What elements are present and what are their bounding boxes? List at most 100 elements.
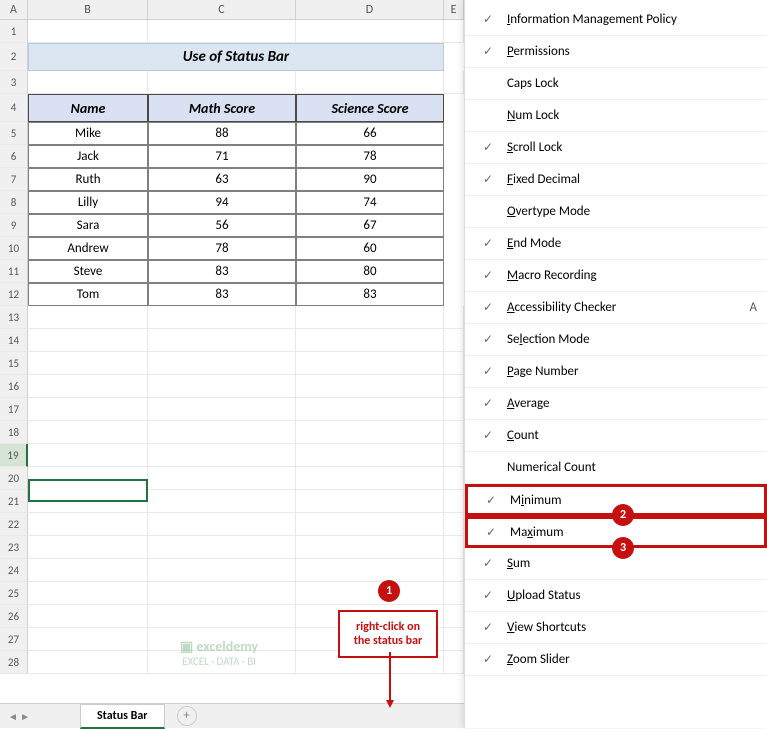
row-header[interactable]: 24 <box>0 559 28 582</box>
empty-cell[interactable] <box>28 628 148 651</box>
table-data-cell[interactable]: 83 <box>296 283 444 306</box>
empty-cell[interactable] <box>148 559 296 582</box>
table-data-cell[interactable]: 63 <box>148 168 296 191</box>
empty-cell[interactable] <box>296 71 444 94</box>
table-data-cell[interactable]: Steve <box>28 260 148 283</box>
col-header-b[interactable]: B <box>28 0 148 19</box>
row-header[interactable]: 18 <box>0 421 28 444</box>
empty-cell[interactable] <box>28 536 148 559</box>
table-data-cell[interactable]: Tom <box>28 283 148 306</box>
row-header[interactable]: 25 <box>0 582 28 605</box>
menu-item-zoom-slider[interactable]: ✓Zoom Slider <box>465 644 767 676</box>
empty-cell[interactable] <box>148 71 296 94</box>
empty-cell[interactable] <box>296 536 444 559</box>
row-header[interactable]: 23 <box>0 536 28 559</box>
empty-cell[interactable] <box>296 329 444 352</box>
empty-cell[interactable] <box>148 490 296 513</box>
row-header[interactable]: 19 <box>0 444 28 467</box>
menu-item-caps-lock[interactable]: Caps Lock <box>465 68 767 100</box>
empty-cell[interactable] <box>28 559 148 582</box>
row-header[interactable]: 3 <box>0 71 28 94</box>
row-header[interactable]: 9 <box>0 214 28 237</box>
table-data-cell[interactable]: 60 <box>296 237 444 260</box>
row-header[interactable]: 27 <box>0 628 28 651</box>
table-header-cell[interactable]: Math Score <box>148 94 296 122</box>
empty-cell[interactable] <box>28 444 148 467</box>
menu-item-permissions[interactable]: ✓Permissions <box>465 36 767 68</box>
row-header[interactable]: 2 <box>0 43 28 71</box>
empty-cell[interactable] <box>444 398 464 421</box>
empty-cell[interactable] <box>444 605 464 628</box>
empty-cell[interactable] <box>444 628 464 651</box>
empty-cell[interactable] <box>296 20 444 43</box>
empty-cell[interactable] <box>148 306 296 329</box>
empty-cell[interactable] <box>444 20 464 43</box>
table-data-cell[interactable]: 74 <box>296 191 444 214</box>
empty-cell[interactable] <box>148 421 296 444</box>
empty-cell[interactable] <box>296 467 444 490</box>
row-header[interactable]: 17 <box>0 398 28 421</box>
table-data-cell[interactable]: 83 <box>148 283 296 306</box>
empty-cell[interactable] <box>148 467 296 490</box>
empty-cell[interactable] <box>296 559 444 582</box>
menu-item-macro-recording[interactable]: ✓Macro Recording <box>465 260 767 292</box>
row-header[interactable]: 10 <box>0 237 28 260</box>
empty-cell[interactable] <box>148 513 296 536</box>
row-header[interactable]: 14 <box>0 329 28 352</box>
table-data-cell[interactable]: Andrew <box>28 237 148 260</box>
table-data-cell[interactable]: Lilly <box>28 191 148 214</box>
empty-cell[interactable] <box>296 398 444 421</box>
empty-cell[interactable] <box>28 20 148 43</box>
menu-item-page-number[interactable]: ✓Page Number <box>465 356 767 388</box>
tab-nav-arrows[interactable]: ◄ ► <box>0 710 80 723</box>
empty-cell[interactable] <box>28 398 148 421</box>
menu-item-overtype-mode[interactable]: Overtype Mode <box>465 196 767 228</box>
table-data-cell[interactable]: 90 <box>296 168 444 191</box>
empty-cell[interactable] <box>444 71 464 94</box>
empty-cell[interactable] <box>444 536 464 559</box>
table-data-cell[interactable]: 80 <box>296 260 444 283</box>
table-data-cell[interactable]: Jack <box>28 145 148 168</box>
table-data-cell[interactable]: Mike <box>28 122 148 145</box>
col-header-c[interactable]: C <box>148 0 296 19</box>
empty-cell[interactable] <box>148 605 296 628</box>
empty-cell[interactable] <box>444 329 464 352</box>
empty-cell[interactable] <box>444 651 464 674</box>
empty-cell[interactable] <box>296 421 444 444</box>
empty-cell[interactable] <box>148 352 296 375</box>
menu-item-numerical-count[interactable]: Numerical Count <box>465 452 767 484</box>
col-header-e[interactable]: E <box>444 0 464 19</box>
table-data-cell[interactable]: Sara <box>28 214 148 237</box>
empty-cell[interactable] <box>444 490 464 513</box>
row-header[interactable]: 6 <box>0 145 28 168</box>
empty-cell[interactable] <box>444 375 464 398</box>
empty-cell[interactable] <box>28 651 148 674</box>
row-header[interactable]: 16 <box>0 375 28 398</box>
table-data-cell[interactable]: 71 <box>148 145 296 168</box>
menu-item-fixed-decimal[interactable]: ✓Fixed Decimal <box>465 164 767 196</box>
empty-cell[interactable] <box>296 513 444 536</box>
menu-item-average[interactable]: ✓Average <box>465 388 767 420</box>
menu-item-view-shortcuts[interactable]: ✓View Shortcuts <box>465 612 767 644</box>
col-header-a[interactable]: A <box>0 0 28 19</box>
empty-cell[interactable] <box>28 375 148 398</box>
table-header-cell[interactable]: Science Score <box>296 94 444 122</box>
col-header-d[interactable]: D <box>296 0 444 19</box>
menu-item-accessibility-checker[interactable]: ✓Accessibility CheckerA <box>465 292 767 324</box>
menu-item-upload-status[interactable]: ✓Upload Status <box>465 580 767 612</box>
row-header[interactable]: 13 <box>0 306 28 329</box>
empty-cell[interactable] <box>296 375 444 398</box>
menu-item-scroll-lock[interactable]: ✓Scroll Lock <box>465 132 767 164</box>
table-header-cell[interactable]: Name <box>28 94 148 122</box>
row-header[interactable]: 15 <box>0 352 28 375</box>
row-header[interactable]: 26 <box>0 605 28 628</box>
empty-cell[interactable] <box>296 582 444 605</box>
empty-cell[interactable] <box>148 536 296 559</box>
empty-cell[interactable] <box>28 582 148 605</box>
empty-cell[interactable] <box>148 20 296 43</box>
empty-cell[interactable] <box>444 582 464 605</box>
empty-cell[interactable] <box>28 71 148 94</box>
empty-cell[interactable] <box>28 352 148 375</box>
row-header[interactable]: 12 <box>0 283 28 306</box>
row-header[interactable]: 5 <box>0 122 28 145</box>
